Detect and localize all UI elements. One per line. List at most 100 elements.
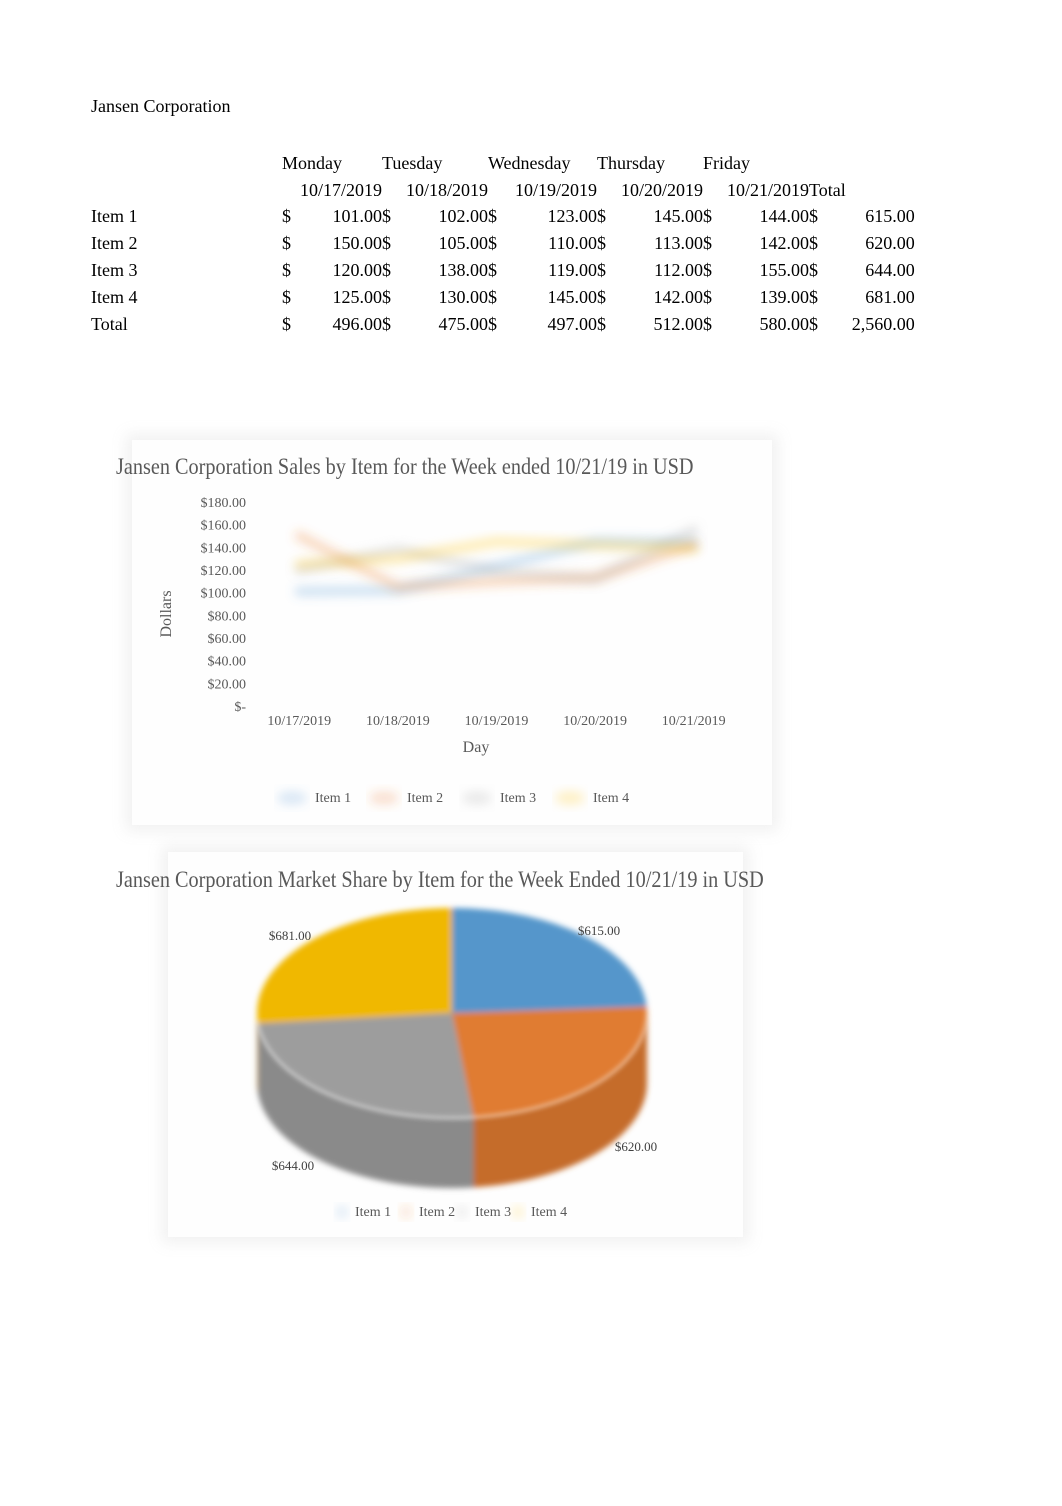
cell-value: 125.00 [332, 286, 383, 307]
cell-value: 101.00 [332, 206, 383, 227]
legend-label: Item 4 [531, 1205, 567, 1220]
cell-value: 105.00 [438, 233, 489, 254]
row-total: 2,560.00 [851, 313, 915, 334]
data-point [593, 577, 597, 581]
currency-symbol: $ [703, 260, 712, 281]
data-point [297, 562, 301, 566]
cell-value: 113.00 [654, 233, 703, 254]
sales-table: Monday Tuesday Wednesday Thursday Friday 10/1… [91, 150, 915, 338]
pie-data-label: $681.00 [269, 928, 311, 943]
y-tick-label: $20.00 [208, 677, 247, 692]
currency-symbol: $ [809, 233, 818, 254]
cell-value: 145.00 [653, 206, 704, 227]
cell-value: 139.00 [759, 286, 810, 307]
cell-value: 145.00 [547, 286, 598, 307]
table-row: Item 2 $150.00 $105.00 $110.00 $113.00 $142.0… [91, 230, 915, 257]
currency-symbol: $ [382, 313, 391, 334]
data-point [692, 546, 696, 550]
legend-swatch [336, 1205, 348, 1219]
data-point [396, 557, 400, 561]
table-row: Item 4 $125.00 $130.00 $145.00 $142.00 $139.0… [91, 284, 915, 311]
table-row: Item 3 $120.00 $138.00 $119.00 $112.00 $155.0… [91, 257, 915, 284]
currency-symbol: $ [809, 206, 818, 227]
line-chart-title: Jansen Corporation Sales by Item for the… [116, 454, 694, 479]
legend-swatch [555, 791, 585, 805]
row-total: 681.00 [865, 286, 915, 307]
legend-label: Item 1 [315, 791, 351, 806]
currency-symbol: $ [597, 233, 606, 254]
company-name: Jansen Corporation [91, 96, 231, 116]
legend-label: Item 2 [419, 1205, 455, 1220]
x-tick-label: 10/18/2019 [366, 714, 430, 729]
cell-value: 120.00 [332, 260, 383, 281]
y-tick-label: $80.00 [208, 609, 247, 624]
legend-label: Item 3 [500, 791, 536, 806]
pie-data-label: $615.00 [578, 923, 620, 938]
x-tick-label: 10/21/2019 [662, 714, 726, 729]
y-tick-label: $40.00 [208, 655, 247, 670]
cell-value: 150.00 [332, 233, 383, 254]
currency-symbol: $ [597, 313, 606, 334]
legend-swatch [369, 791, 399, 805]
row-total: 615.00 [865, 206, 915, 227]
cell-value: 119.00 [548, 260, 597, 281]
header-dates-row: 10/17/2019 10/18/2019 10/19/2019 10/20/2019… [91, 177, 915, 204]
currency-symbol: $ [382, 286, 391, 307]
data-point [396, 585, 400, 589]
y-tick-label: $160.00 [201, 519, 247, 534]
header-day: Friday [703, 152, 750, 173]
row-total: 644.00 [865, 260, 915, 281]
currency-symbol: $ [703, 286, 712, 307]
header-blank [91, 150, 282, 177]
pie-side-item-4 [257, 1013, 258, 1094]
legend-label: Item 4 [593, 791, 629, 806]
currency-symbol: $ [282, 313, 291, 334]
currency-symbol: $ [488, 233, 497, 254]
x-axis-title: Day [463, 739, 490, 756]
x-tick-label: 10/20/2019 [563, 714, 627, 729]
header-date: 10/21/2019 [726, 179, 809, 200]
currency-symbol: $ [703, 313, 712, 334]
pie-slice-item-4[interactable] [257, 908, 452, 1024]
cell-value: 144.00 [759, 206, 810, 227]
legend-swatch [400, 1205, 412, 1219]
row-label: Item 3 [91, 260, 138, 281]
header-day: Monday [282, 152, 342, 173]
cell-value: 142.00 [759, 233, 810, 254]
currency-symbol: $ [488, 260, 497, 281]
legend-swatch [456, 1205, 468, 1219]
data-point [396, 548, 400, 552]
currency-symbol: $ [703, 233, 712, 254]
y-tick-label: $140.00 [201, 541, 247, 556]
header-date: 10/19/2019 [514, 179, 597, 200]
data-point [593, 543, 597, 547]
currency-symbol: $ [282, 233, 291, 254]
legend-label: Item 1 [355, 1205, 391, 1220]
x-tick-label: 10/19/2019 [465, 714, 529, 729]
data-point [297, 590, 301, 594]
row-label: Item 4 [91, 286, 138, 307]
y-tick-label: $100.00 [201, 587, 247, 602]
legend-label: Item 2 [407, 791, 443, 806]
pie-data-label: $620.00 [615, 1139, 657, 1154]
legend-label: Item 3 [475, 1205, 511, 1220]
cell-value: 142.00 [653, 286, 704, 307]
x-tick-label: 10/17/2019 [267, 714, 331, 729]
table-row: Item 1 $101.00 $102.00 $123.00 $145.00 $144.0… [91, 204, 915, 231]
currency-symbol: $ [809, 313, 818, 334]
cell-value: 497.00 [547, 313, 598, 334]
cell-value: 110.00 [548, 233, 597, 254]
header-total: Total [809, 179, 846, 200]
legend-swatch [512, 1205, 524, 1219]
cell-value: 130.00 [438, 286, 489, 307]
currency-symbol: $ [382, 260, 391, 281]
currency-symbol: $ [282, 286, 291, 307]
currency-symbol: $ [282, 260, 291, 281]
header-day: Thursday [597, 152, 665, 173]
cell-value: 112.00 [654, 260, 703, 281]
cell-value: 138.00 [438, 260, 489, 281]
currency-symbol: $ [809, 286, 818, 307]
header-date: 10/17/2019 [299, 179, 382, 200]
y-tick-label: $120.00 [201, 564, 247, 579]
data-point [692, 528, 696, 532]
